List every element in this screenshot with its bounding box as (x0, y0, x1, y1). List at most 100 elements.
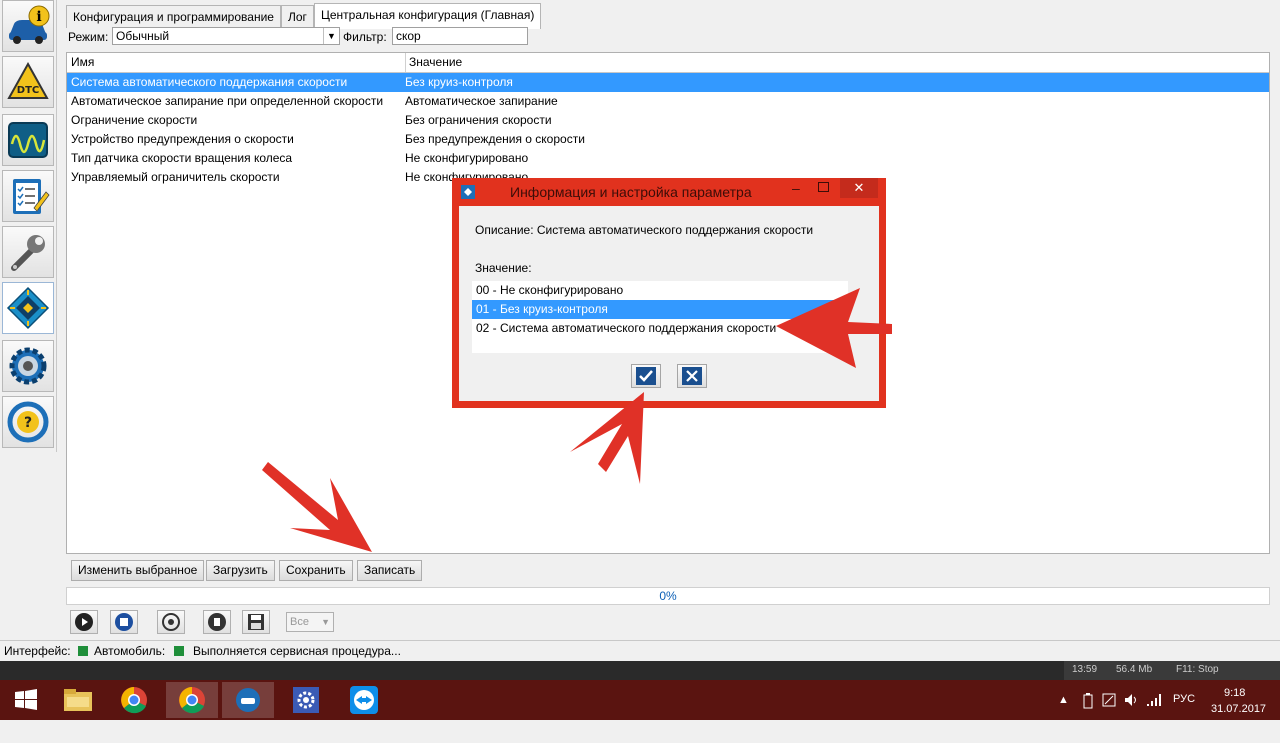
chip-icon (6, 286, 50, 330)
chrome-icon (121, 687, 147, 714)
filter-label: Фильтр: (343, 30, 387, 44)
play-button[interactable] (70, 610, 98, 634)
language-indicator[interactable]: РУС (1173, 693, 1195, 733)
delete-button[interactable] (203, 610, 231, 634)
load-button[interactable]: Загрузить (206, 560, 275, 581)
dtc-button[interactable]: DTC (2, 56, 54, 108)
mode-select-value: Обычный (116, 29, 170, 43)
save-button[interactable]: Сохранить (279, 560, 353, 581)
steering-help-icon: ? (7, 401, 49, 443)
scope-select-value: Все (290, 616, 309, 628)
taskbar-file-explorer[interactable] (52, 682, 104, 718)
vehicle-status-indicator (174, 646, 184, 656)
svg-text:i: i (36, 9, 41, 25)
list-item[interactable]: 02 - Система автоматического поддержания… (472, 319, 848, 338)
table-row[interactable]: Автоматическое запирание при определенно… (67, 92, 1269, 111)
taskbar-teamviewer[interactable] (338, 682, 390, 718)
parameter-dialog: Информация и настройка параметра – ✕ Опи… (452, 178, 886, 408)
edit-selected-button[interactable]: Изменить выбранное (71, 560, 205, 581)
oscilloscope-button[interactable] (2, 114, 54, 166)
close-icon (682, 367, 702, 385)
settings-icon (293, 687, 319, 713)
network-icon[interactable] (1102, 693, 1116, 707)
floppy-icon (248, 614, 264, 630)
vehicle-info-icon: i (9, 5, 50, 44)
status-bar: Интерфейс: Автомобиль: Выполняется серви… (0, 640, 1280, 661)
maximize-icon[interactable] (818, 182, 829, 192)
taskbar-settings[interactable] (280, 682, 332, 718)
row-name: Ограничение скорости (71, 113, 198, 127)
mode-select[interactable]: Обычный ▼ (112, 27, 340, 45)
taskbar-chrome-2[interactable] (166, 682, 218, 718)
dialog-body: Описание: Система автоматического поддер… (459, 206, 879, 401)
list-item[interactable]: 00 - Не сконфигурировано (472, 281, 848, 300)
help-button[interactable]: ? (2, 396, 54, 448)
write-button[interactable]: Записать (357, 560, 423, 581)
recording-info: 13:59 56.4 Mb F11: Stop (1064, 661, 1280, 681)
wifi-signal-icon[interactable] (1146, 693, 1162, 707)
minimize-icon[interactable]: – (792, 180, 800, 196)
list-item[interactable]: 01 - Без круиз-контроля (472, 300, 848, 319)
table-header: Имя Значение (67, 53, 1269, 73)
row-value: Без круиз-контроля (405, 75, 513, 89)
column-header-name[interactable]: Имя (67, 53, 406, 72)
table-row[interactable]: Система автоматического поддержания скор… (67, 73, 1269, 92)
chevron-down-icon: ▼ (323, 28, 339, 44)
checklist-button[interactable] (2, 170, 54, 222)
row-name: Тип датчика скорости вращения колеса (71, 151, 293, 165)
progress-text: 0% (659, 589, 677, 603)
cancel-button[interactable] (677, 364, 707, 388)
battery-icon[interactable] (1083, 693, 1093, 709)
row-name: Система автоматического поддержания скор… (71, 75, 348, 89)
progress-bar: 0% (66, 587, 1270, 605)
row-value: Без ограничения скорости (405, 113, 552, 127)
recording-hint: F11: Stop (1176, 664, 1219, 675)
confirm-button[interactable] (631, 364, 661, 388)
vehicle-info-button[interactable]: i (2, 0, 54, 52)
gear-icon (9, 347, 47, 385)
value-listbox: 00 - Не сконфигурировано 01 - Без круиз-… (472, 281, 848, 353)
tab-configuration-programming[interactable]: Конфигурация и программирование (66, 5, 281, 28)
windows-start-icon (15, 689, 37, 710)
configuration-button[interactable] (2, 282, 54, 334)
filter-input[interactable] (392, 27, 528, 45)
taskbar-chrome[interactable] (108, 682, 160, 718)
row-name: Устройство предупреждения о скорости (71, 132, 294, 146)
dialog-titlebar[interactable]: Информация и настройка параметра – ✕ (452, 178, 886, 206)
tab-log[interactable]: Лог (281, 5, 314, 28)
table-row[interactable]: Ограничение скорости Без ограничения ско… (67, 111, 1269, 130)
mode-label: Режим: (68, 30, 109, 44)
recording-strip: 13:59 56.4 Mb F11: Stop (0, 661, 1280, 681)
wrench-icon (11, 235, 45, 271)
radar-icon (162, 613, 180, 631)
start-button[interactable] (0, 682, 52, 718)
column-header-value[interactable]: Значение (405, 53, 462, 72)
tab-central-configuration[interactable]: Центральная конфигурация (Главная) (314, 3, 542, 29)
play-icon (75, 613, 93, 631)
delete-icon (208, 613, 226, 631)
save-log-button[interactable] (242, 610, 270, 634)
chrome-icon (179, 687, 205, 714)
service-tools-button[interactable] (2, 226, 54, 278)
dialog-value-label: Значение: (475, 261, 532, 275)
row-value: Не сконфигурировано (405, 151, 529, 165)
recording-time: 13:59 (1072, 664, 1098, 675)
status-message: Выполняется сервисная процедура... (193, 644, 401, 658)
scan-button[interactable] (157, 610, 185, 634)
close-icon[interactable]: ✕ (840, 178, 878, 198)
row-value: Без предупреждения о скорости (405, 132, 585, 146)
tray-expand-icon[interactable]: ▲ (1058, 694, 1069, 734)
volume-icon[interactable] (1124, 693, 1140, 707)
taskbar-diagnostic-app[interactable] (222, 682, 274, 718)
dialog-description: Описание: Система автоматического поддер… (475, 223, 814, 237)
svg-text:?: ? (24, 415, 32, 431)
table-row[interactable]: Тип датчика скорости вращения колеса Не … (67, 149, 1269, 168)
clock-date[interactable]: 31.07.2017 (1211, 703, 1266, 743)
row-name: Автоматическое запирание при определенно… (71, 94, 384, 108)
stop-button[interactable] (110, 610, 138, 634)
svg-text:DTC: DTC (17, 85, 39, 96)
scope-select[interactable]: Все ▼ (286, 612, 334, 632)
table-row[interactable]: Устройство предупреждения о скорости Без… (67, 130, 1269, 149)
settings-button[interactable] (2, 340, 54, 392)
teamviewer-icon (350, 686, 378, 714)
